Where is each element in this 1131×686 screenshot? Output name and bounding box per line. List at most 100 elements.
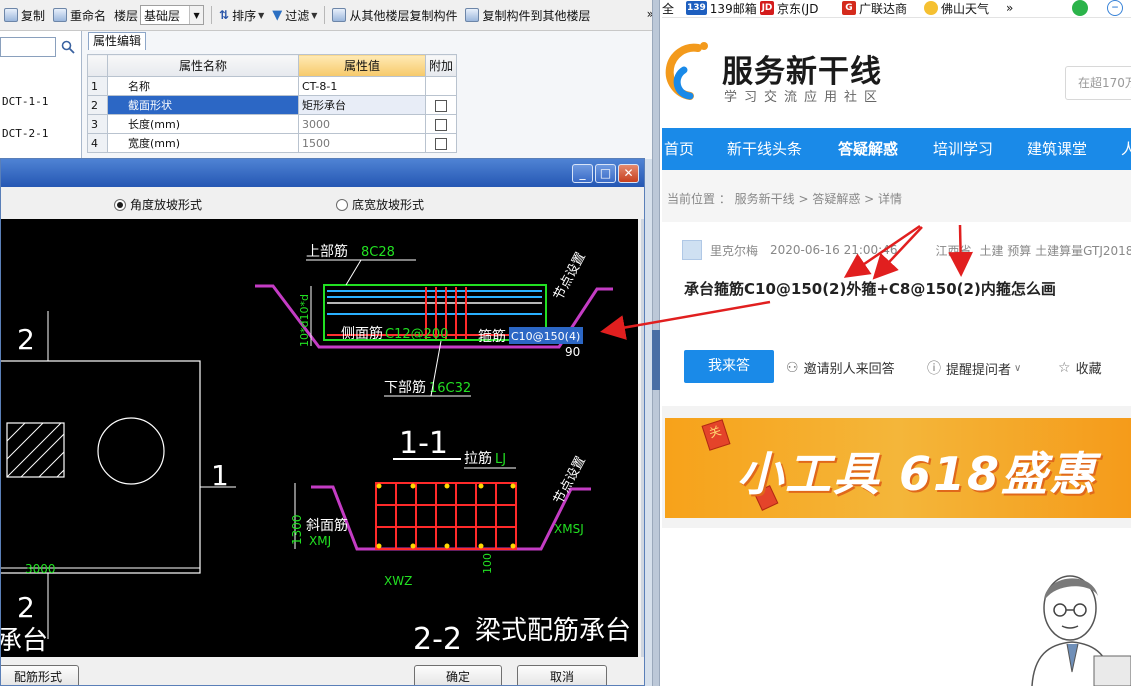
nav-headlines[interactable]: 新干线头条 xyxy=(727,128,802,170)
collect-button[interactable]: ☆ 收藏 xyxy=(1058,358,1102,378)
bookmark-item[interactable]: JD 京东(JD xyxy=(760,0,818,16)
invite-button[interactable]: ⚇ 邀请别人来回答 xyxy=(786,358,895,378)
rebar-config-button[interactable]: 配筋形式 xyxy=(1,665,79,685)
dimension-1300: 1300 xyxy=(290,514,304,545)
label-side-rebar: 侧面筋 xyxy=(341,325,383,342)
maximize-button[interactable]: □ xyxy=(595,164,616,183)
value-xmsj: XMSJ xyxy=(554,522,584,536)
value-stirrup[interactable]: C10@150(4) xyxy=(511,330,580,343)
remind-button[interactable]: ⓘ 提醒提问者 ∨ xyxy=(927,358,1021,378)
property-name: 长度(mm) xyxy=(107,114,299,134)
extra-checkbox[interactable] xyxy=(435,99,447,112)
floor-select-value: 基础层 xyxy=(144,8,181,23)
minus-circle-icon: − xyxy=(1107,0,1123,16)
floor-label-wrap: 楼层 xyxy=(110,3,140,27)
bookmark-item[interactable]: 全 xyxy=(662,0,674,16)
property-row[interactable]: 2 截面形状 矩形承台 xyxy=(87,95,458,115)
dimension-3000: 3000 xyxy=(25,562,56,576)
column-header-value: 属性值 xyxy=(298,54,426,77)
post-datetime: 2020-06-16 21:00:46 xyxy=(770,243,898,257)
tree-search-input[interactable] xyxy=(0,37,56,57)
toolbar-divider xyxy=(211,6,213,24)
cad-drawing-canvas[interactable]: 2 2 1 3000 承台 10*d10*d 上部筋 8C28 侧面筋 C12@… xyxy=(1,219,638,657)
property-value[interactable]: 矩形承台 xyxy=(298,95,426,115)
radio-dot xyxy=(114,198,126,211)
site-brand-name[interactable]: 服务新干线 xyxy=(722,46,882,91)
nav-classroom[interactable]: 建筑课堂 xyxy=(1027,128,1087,170)
sort-label: 排序 xyxy=(232,8,257,23)
ok-button[interactable]: 确定 xyxy=(414,665,502,685)
extra-checkbox[interactable] xyxy=(435,137,447,150)
rename-label: 重命名 xyxy=(70,8,107,23)
property-value[interactable]: 3000 xyxy=(298,114,426,134)
property-row[interactable]: 3 长度(mm) 3000 xyxy=(87,114,458,134)
property-name: 宽度(mm) xyxy=(107,133,299,153)
radio-angle-slope-label: 角度放坡形式 xyxy=(130,198,203,212)
question-meta: 里克尔梅 2020-06-16 21:00:46 江西省 土建 预算 土建算量G… xyxy=(682,240,1131,260)
nav-home[interactable]: 首页 xyxy=(664,128,694,170)
hatch-lines xyxy=(6,422,65,478)
property-extra xyxy=(424,133,458,153)
rename-button[interactable]: 重命名 xyxy=(49,3,110,27)
node-setting-label-2: 节点设置 xyxy=(551,454,589,507)
section2-outline xyxy=(311,485,591,551)
promo-banner-image: 关 小工具 618盛惠 xyxy=(665,418,1131,518)
property-row[interactable]: 4 宽度(mm) 1500 xyxy=(87,133,458,153)
dialog-scrollbar[interactable] xyxy=(641,219,644,657)
bookmark-item[interactable]: G 广联达商 xyxy=(842,0,907,16)
bookmark-item[interactable]: 139 139邮箱 xyxy=(686,0,757,16)
answer-button[interactable]: 我来答 xyxy=(684,350,774,383)
nav-training[interactable]: 培训学习 xyxy=(933,128,993,170)
filter-button[interactable]: ▼ 过滤 ▼ xyxy=(268,3,321,27)
chevron-down-icon: ▼ xyxy=(311,10,318,20)
property-value[interactable]: CT-8-1 xyxy=(298,76,426,96)
promo-banner[interactable]: 关 小工具 618盛惠 xyxy=(662,406,1131,528)
author-name[interactable]: 里克尔梅 xyxy=(710,242,758,259)
tab-property-edit[interactable]: 属性编辑 xyxy=(88,32,146,50)
nav-overflow[interactable]: 人 xyxy=(1121,128,1131,170)
copy-to-floor-button[interactable]: 复制构件到其他楼层 xyxy=(461,3,594,27)
toolbar: 复制 重命名 楼层 基础层 ▼ ⇅ 排序 ▼ ▼ 过滤 ▼ 从其他楼层复制构件 复制构件到… xyxy=(0,0,660,31)
radio-bottom-width-slope-label: 底宽放坡形式 xyxy=(352,198,425,212)
dimension-100: 100 xyxy=(481,553,494,574)
minimize-button[interactable]: _ xyxy=(572,164,593,183)
bookmark-item[interactable]: 佛山天气 xyxy=(924,0,989,16)
cancel-button[interactable]: 取消 xyxy=(517,665,607,685)
tree-item[interactable]: DCT-1-1 xyxy=(2,95,48,108)
browser-page: 全 139 139邮箱 JD 京东(JD G 广联达商 佛山天气 » − 服务新干线 … xyxy=(662,0,1131,686)
tree-item[interactable]: DCT-2-1 xyxy=(2,127,48,140)
site-search-input[interactable]: 在超170万 xyxy=(1065,66,1131,100)
radio-angle-slope[interactable]: 角度放坡形式 xyxy=(114,196,202,213)
copy-to-floor-label: 复制构件到其他楼层 xyxy=(482,8,591,23)
floor-select[interactable]: 基础层 ▼ xyxy=(140,5,205,25)
slope-mode-options: 角度放坡形式 底宽放坡形式 xyxy=(1,187,641,217)
sort-button[interactable]: ⇅ 排序 ▼ xyxy=(215,3,268,27)
label-bottom-rebar: 下部筋 xyxy=(384,379,426,396)
property-name: 名称 xyxy=(107,76,299,96)
post-tags[interactable]: 土建 预算 土建算量GTJ2018 xyxy=(979,242,1131,259)
chevron-down-icon: ∨ xyxy=(1014,362,1022,374)
property-value[interactable]: 1500 xyxy=(298,133,426,153)
bookmarks-overflow[interactable]: » xyxy=(1006,0,1013,16)
search-icon[interactable] xyxy=(58,37,78,57)
value-tie: LJ xyxy=(495,452,506,467)
avatar[interactable] xyxy=(682,240,702,260)
nav-qa[interactable]: 答疑解惑 xyxy=(838,128,898,170)
bookmark-label: 广联达商 xyxy=(859,1,908,16)
property-panel: 属性编辑 属性名称 属性值 附加 1 名称 CT-8-1 2 截面形状 矩形承台 3 长度(m… xyxy=(82,31,660,159)
extension-icon[interactable] xyxy=(1072,0,1091,16)
close-button[interactable]: ✕ xyxy=(618,164,639,183)
splitter-handle[interactable] xyxy=(652,330,660,390)
bookmarks-bar: 全 139 139邮箱 JD 京东(JD G 广联达商 佛山天气 » − xyxy=(662,0,1131,18)
property-row[interactable]: 1 名称 CT-8-1 xyxy=(87,76,458,96)
radio-bottom-width-slope[interactable]: 底宽放坡形式 xyxy=(336,196,424,213)
weather-icon xyxy=(924,1,938,15)
extension-icon[interactable]: − xyxy=(1107,0,1126,16)
site-logo-icon[interactable] xyxy=(664,40,714,102)
floor-label: 楼层 xyxy=(114,8,139,23)
copy-button[interactable]: 复制 xyxy=(0,3,49,27)
extra-checkbox[interactable] xyxy=(435,118,447,131)
copy-from-floor-button[interactable]: 从其他楼层复制构件 xyxy=(328,3,461,27)
value-slope-rebar: XMJ xyxy=(309,534,331,548)
chevron-down-icon: ▼ xyxy=(189,6,204,24)
